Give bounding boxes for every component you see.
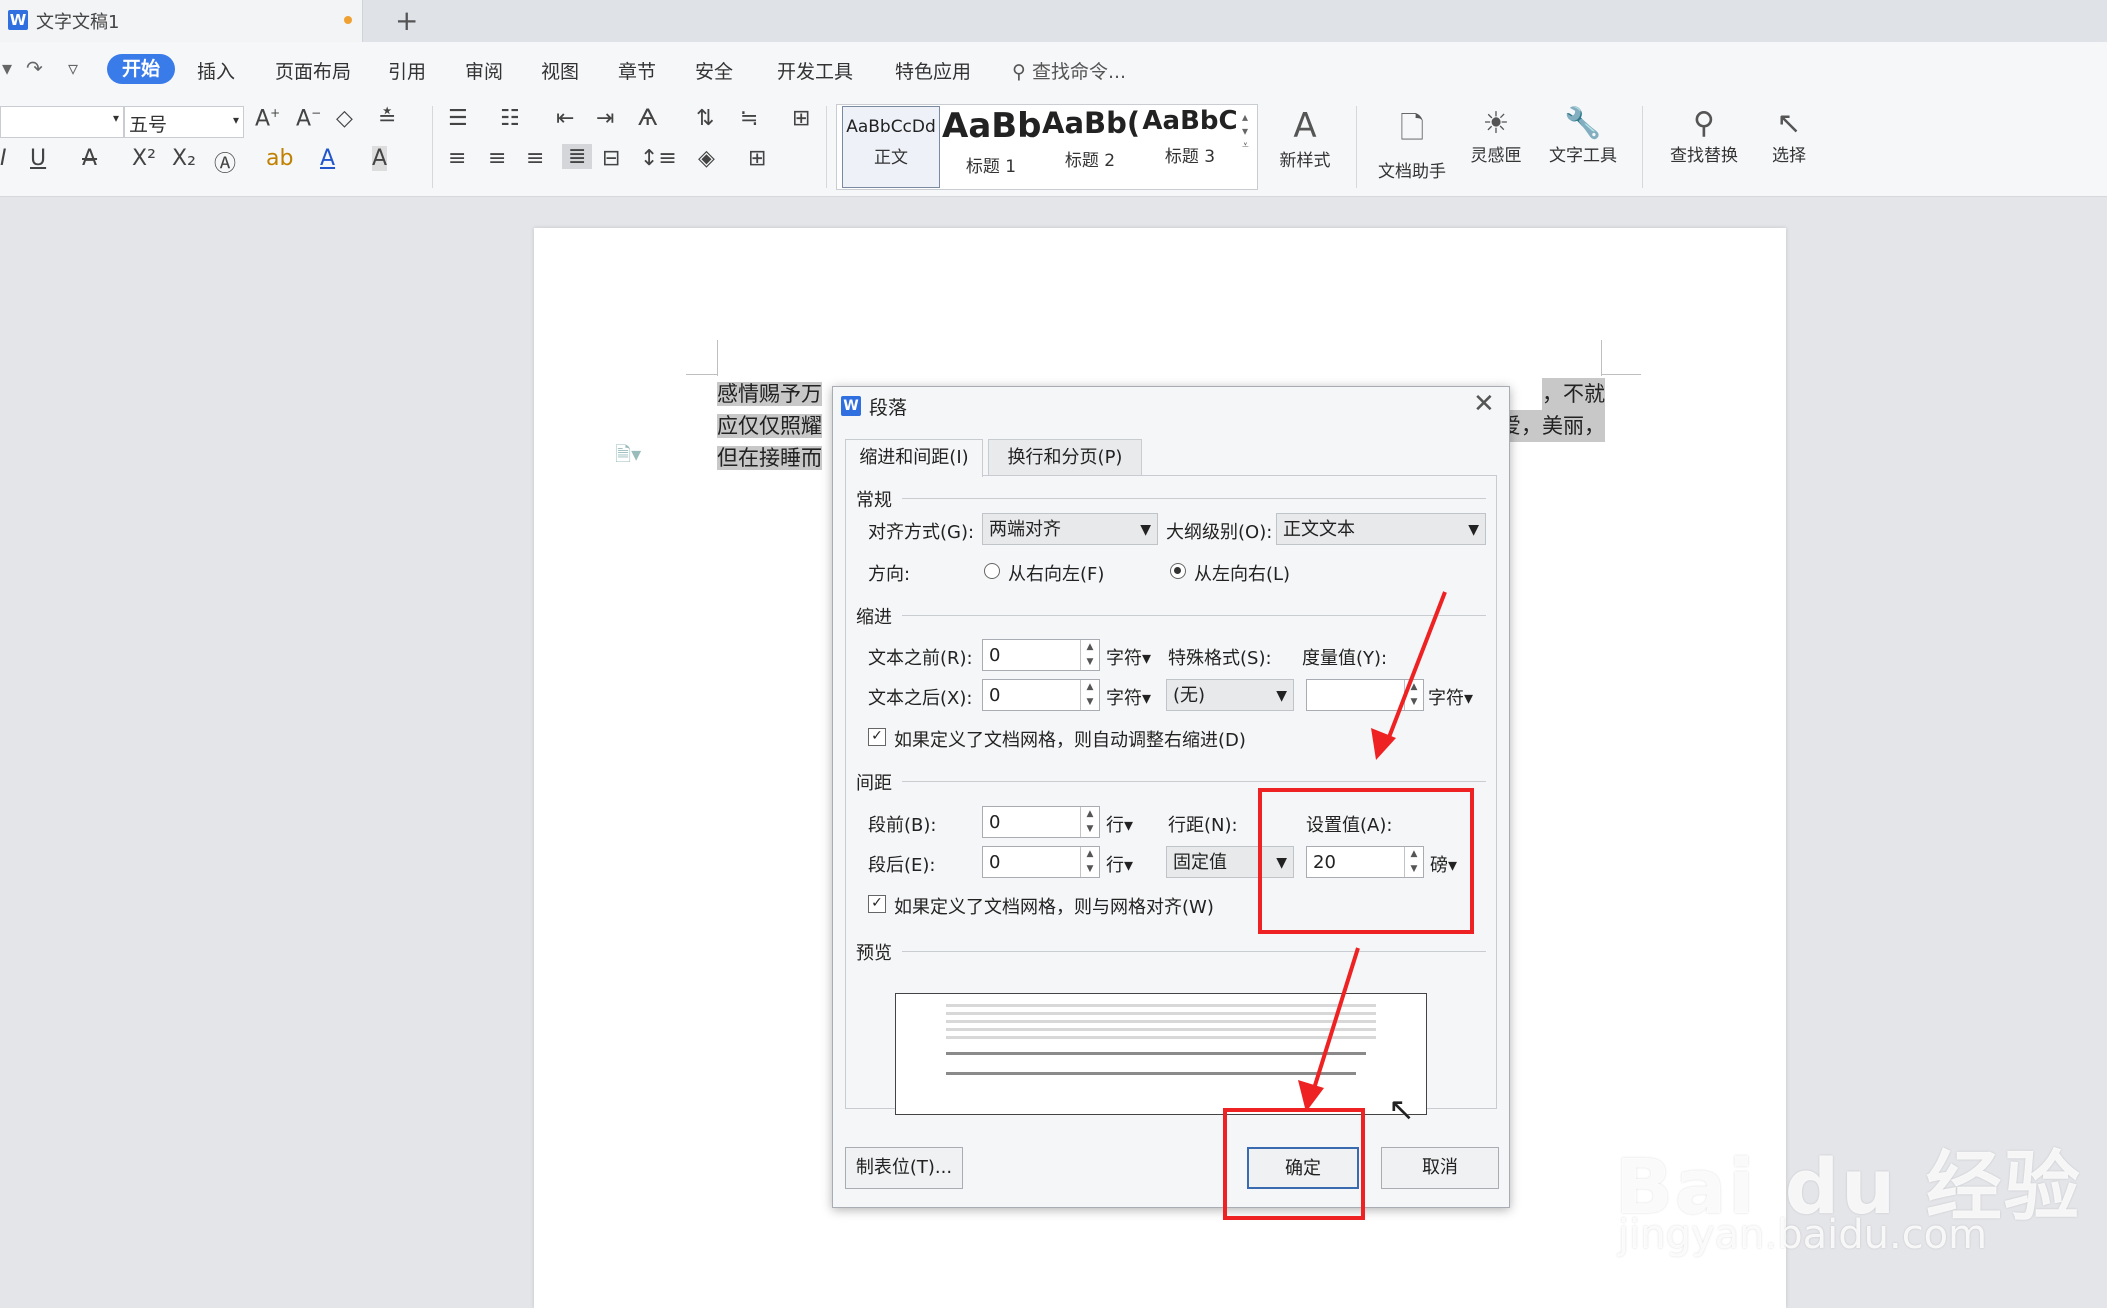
annotation-arrowhead <box>1298 1080 1324 1112</box>
annotation-arrow <box>1310 947 1360 1096</box>
mouse-cursor-icon: ↖ <box>1388 1090 1415 1128</box>
annotation-arrows <box>1298 591 1447 1112</box>
watermark-url: jingyan.baidu.com <box>1618 1212 1988 1258</box>
annotation-arrow <box>1384 591 1447 746</box>
tab-indent-spacing[interactable]: 缩进和间距(I) <box>845 439 983 477</box>
